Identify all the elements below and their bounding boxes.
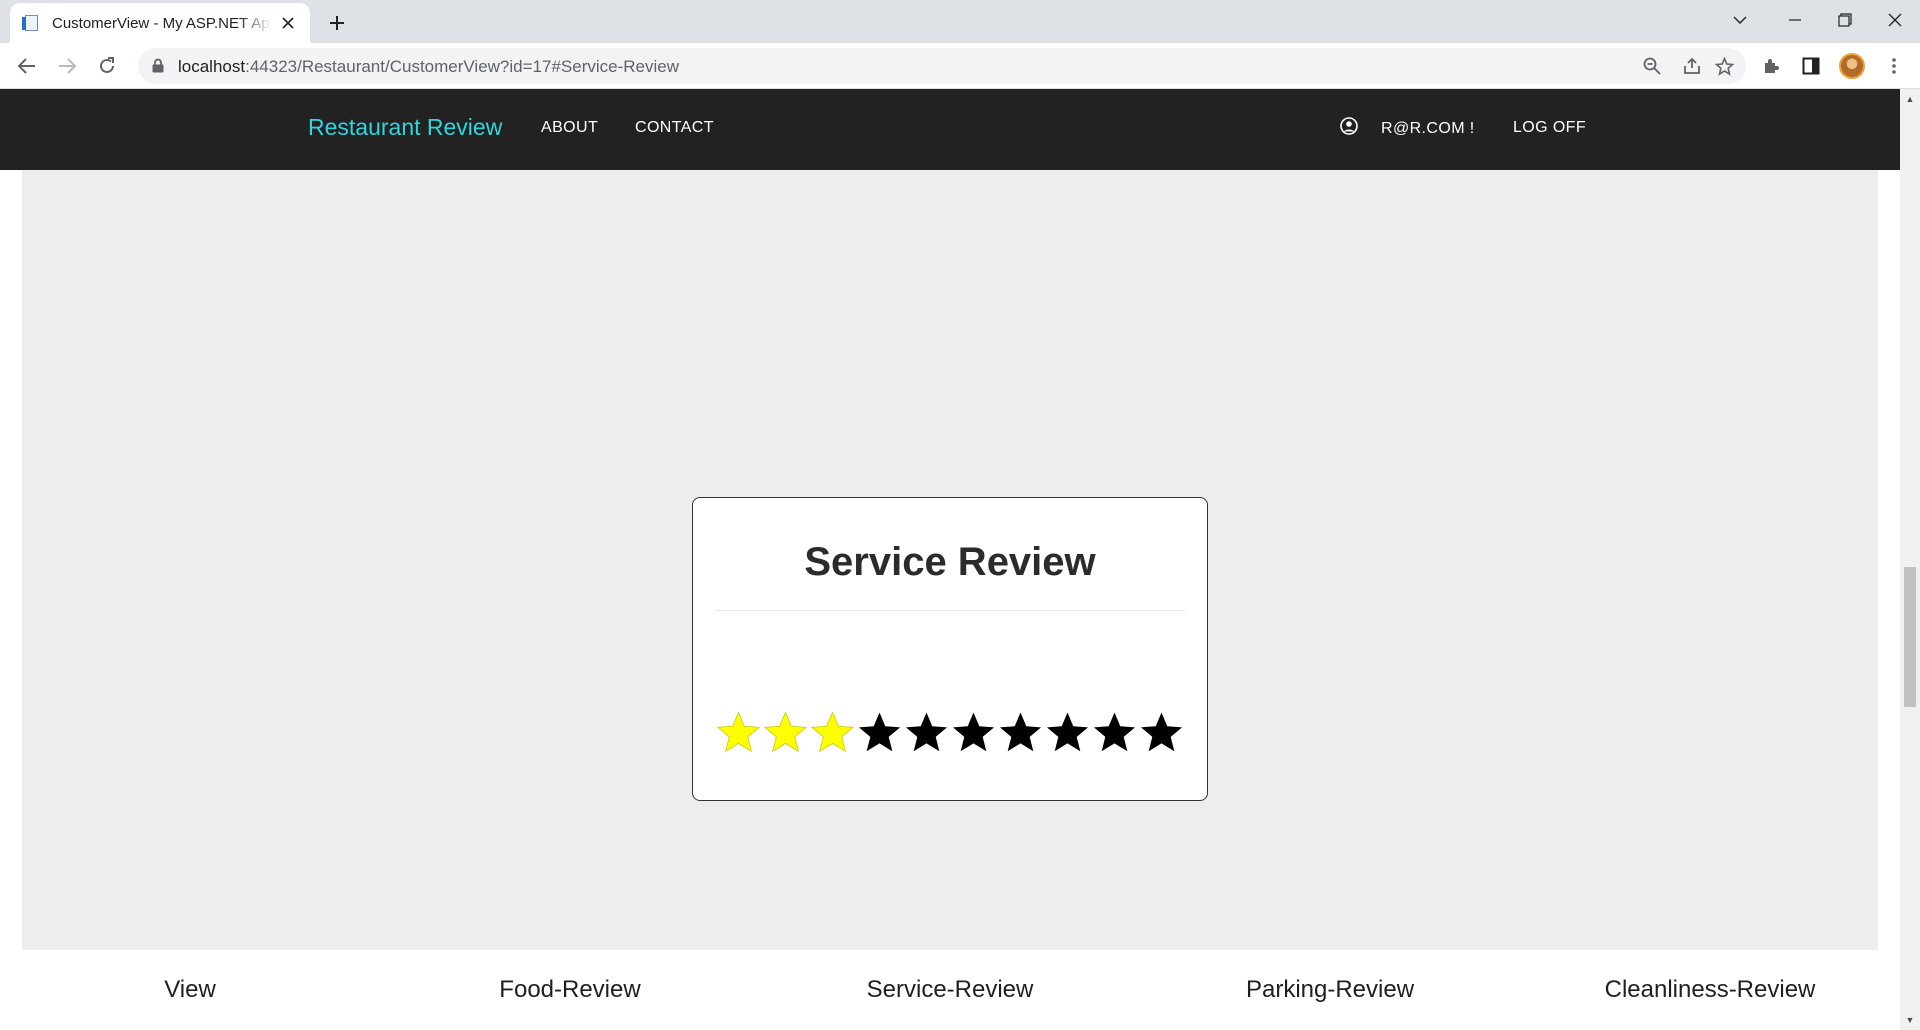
- bookmark-star-icon[interactable]: [1712, 54, 1736, 78]
- bottom-nav-view-link[interactable]: View: [164, 976, 216, 1004]
- browser-tabstrip: CustomerView - My ASP.NET Application: [0, 0, 1920, 43]
- service-review-card: Service Review: [692, 497, 1208, 801]
- forward-icon[interactable]: [51, 50, 83, 82]
- user-account-link[interactable]: R@R.COM !: [1381, 120, 1475, 138]
- minimize-icon[interactable]: [1770, 0, 1820, 40]
- page-scrollbar[interactable]: ▲ ▼: [1900, 89, 1920, 1030]
- star-empty-icon: [952, 712, 995, 752]
- profile-avatar[interactable]: [1836, 50, 1868, 82]
- star-filled-icon: [810, 711, 855, 753]
- restore-icon[interactable]: [1820, 0, 1870, 40]
- nav-about-link[interactable]: ABOUT: [541, 119, 598, 137]
- star-empty-icon: [905, 712, 948, 752]
- close-tab-icon[interactable]: [278, 13, 298, 33]
- page-viewport: Restaurant Review ABOUT CONTACT R@R.COM …: [0, 89, 1920, 1030]
- nav-contact-link[interactable]: CONTACT: [635, 119, 714, 137]
- star-filled-icon: [716, 711, 761, 753]
- card-divider: [715, 610, 1185, 611]
- tab-title: CustomerView - My ASP.NET Application: [52, 14, 272, 32]
- tab-search-chevron-icon[interactable]: [1710, 0, 1770, 40]
- extensions-icon[interactable]: [1755, 50, 1787, 82]
- lock-icon[interactable]: [152, 58, 166, 74]
- scroll-up-arrow-icon[interactable]: ▲: [1904, 93, 1916, 105]
- address-bar[interactable]: localhost:44323/Restaurant/CustomerView?…: [138, 48, 1746, 84]
- user-account-icon: [1340, 117, 1358, 135]
- star-filled-icon: [763, 711, 808, 753]
- star-empty-icon: [1093, 712, 1136, 752]
- scroll-down-arrow-icon[interactable]: ▼: [1904, 1014, 1916, 1026]
- back-icon[interactable]: [11, 50, 43, 82]
- card-title: Service Review: [804, 540, 1096, 584]
- bottom-section-nav: View Food-Review Service-Review Parking-…: [0, 950, 1900, 1030]
- close-window-icon[interactable]: [1870, 0, 1920, 40]
- bottom-nav-food-review-link[interactable]: Food-Review: [499, 976, 640, 1004]
- zoom-icon[interactable]: [1640, 54, 1664, 78]
- share-icon[interactable]: [1680, 54, 1704, 78]
- bottom-nav-service-review-link[interactable]: Service-Review: [867, 976, 1034, 1004]
- browser-toolbar: localhost:44323/Restaurant/CustomerView?…: [0, 43, 1920, 89]
- bottom-nav-cleanliness-review-link[interactable]: Cleanliness-Review: [1605, 976, 1816, 1004]
- star-empty-icon: [1140, 712, 1183, 752]
- reload-icon[interactable]: [91, 50, 123, 82]
- new-tab-icon[interactable]: [322, 8, 352, 38]
- page-favicon-icon: [22, 14, 40, 32]
- url-text[interactable]: localhost:44323/Restaurant/CustomerView?…: [178, 57, 679, 77]
- side-panel-icon[interactable]: [1795, 50, 1827, 82]
- browser-menu-icon[interactable]: [1878, 50, 1910, 82]
- star-rating: [715, 708, 1185, 758]
- bottom-nav-parking-review-link[interactable]: Parking-Review: [1246, 976, 1414, 1004]
- star-empty-icon: [999, 712, 1042, 752]
- log-off-link[interactable]: LOG OFF: [1513, 119, 1586, 137]
- brand-link[interactable]: Restaurant Review: [308, 114, 502, 141]
- site-navbar: Restaurant Review ABOUT CONTACT R@R.COM …: [0, 89, 1900, 170]
- browser-tab[interactable]: CustomerView - My ASP.NET Application: [10, 3, 310, 43]
- star-empty-icon: [858, 712, 901, 752]
- scrollbar-thumb[interactable]: [1904, 567, 1916, 707]
- star-empty-icon: [1046, 712, 1089, 752]
